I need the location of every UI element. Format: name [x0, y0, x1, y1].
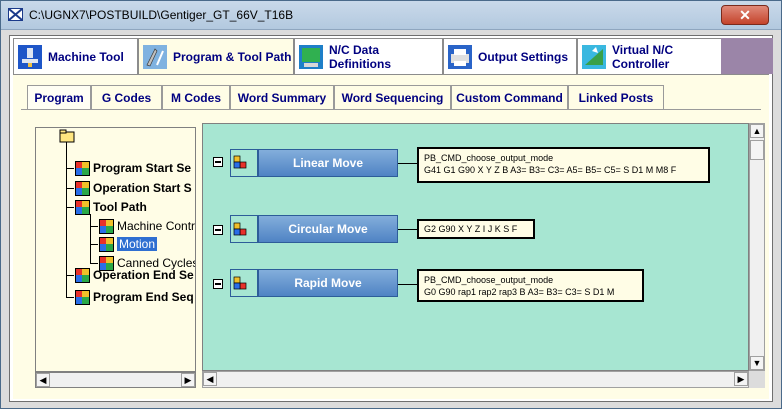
- code-line: PB_CMD_choose_output_mode: [424, 153, 554, 163]
- tree-item-label: Program Start Se: [93, 161, 192, 175]
- scroll-down-icon[interactable]: ▼: [750, 356, 764, 370]
- tree-item-machine-control[interactable]: Machine Contr: [99, 217, 195, 235]
- output-settings-icon: [448, 44, 472, 69]
- tree-item-label: Operation End Se: [93, 268, 194, 282]
- collapse-toggle-icon[interactable]: [213, 279, 223, 289]
- tree-horizontal-scrollbar[interactable]: ◀ ▶: [35, 372, 196, 388]
- event-tree[interactable]: Program Start Se Operation Start S Tool …: [35, 127, 196, 372]
- code-line: G0 G90 rap1 rap2 rap3 B A3= B3= C3= S D1…: [424, 287, 615, 297]
- subtab-m-codes[interactable]: M Codes: [162, 85, 230, 109]
- event-box-frame: [230, 269, 258, 297]
- collapse-toggle-icon[interactable]: [213, 157, 223, 167]
- tab-virtual-nc-controller[interactable]: Virtual N/C Controller: [577, 38, 734, 74]
- rapid-move-button[interactable]: Rapid Move: [258, 269, 398, 297]
- subtab-linked-posts[interactable]: Linked Posts: [568, 85, 664, 109]
- rapid-move-code-block[interactable]: PB_CMD_choose_output_mode G0 G90 rap1 ra…: [417, 269, 644, 302]
- scroll-right-icon[interactable]: ▶: [181, 373, 195, 387]
- canvas-vertical-scrollbar[interactable]: ▲ ▼: [749, 123, 765, 371]
- tab-machine-tool[interactable]: Machine Tool: [13, 38, 138, 74]
- root-folder-icon: [59, 129, 75, 143]
- nc-data-icon: [299, 44, 323, 69]
- tree-item-motion[interactable]: Motion: [99, 235, 158, 253]
- scroll-left-icon[interactable]: ◀: [36, 373, 50, 387]
- tab-label: Virtual N/C Controller: [612, 42, 674, 71]
- code-line: G2 G90 X Y Z I J K S F: [424, 224, 518, 234]
- cube-icon: [75, 160, 90, 176]
- scroll-thumb[interactable]: [750, 140, 764, 160]
- connector-line: [398, 163, 417, 164]
- cube-icon: [75, 180, 90, 196]
- code-line: PB_CMD_choose_output_mode: [424, 275, 554, 285]
- connector-line: [398, 284, 417, 285]
- circular-move-code-block[interactable]: G2 G90 X Y Z I J K S F: [417, 219, 535, 239]
- tree-item-label: Tool Path: [93, 200, 147, 214]
- subtab-g-codes[interactable]: G Codes: [91, 85, 162, 109]
- tree-item-program-end[interactable]: Program End Seq: [75, 288, 194, 306]
- cube-icon: [99, 236, 114, 252]
- tab-strip-filler: [721, 38, 773, 74]
- circular-move-button[interactable]: Circular Move: [258, 215, 398, 243]
- cube-icon: [75, 199, 90, 215]
- scroll-up-icon[interactable]: ▲: [750, 124, 764, 138]
- tab-program-tool-path[interactable]: Program & Tool Path: [138, 38, 294, 74]
- tab-nc-data-definitions[interactable]: N/C Data Definitions: [294, 38, 443, 74]
- scroll-right-icon[interactable]: ▶: [734, 372, 748, 386]
- app-icon: [8, 8, 23, 21]
- tab-label: Machine Tool: [48, 49, 124, 64]
- scrollbar-corner: [749, 371, 765, 388]
- linear-move-code-block[interactable]: PB_CMD_choose_output_mode G41 G1 G90 X Y…: [417, 147, 710, 183]
- scroll-left-icon[interactable]: ◀: [203, 372, 217, 386]
- event-box-frame: [230, 215, 258, 243]
- cube-icon: [75, 289, 90, 305]
- tab-label: N/C Data Definitions: [329, 42, 391, 71]
- close-button[interactable]: ✕: [721, 5, 769, 25]
- tree-item-tool-path[interactable]: Tool Path: [75, 198, 147, 216]
- canvas-horizontal-scrollbar[interactable]: ◀ ▶: [202, 371, 749, 388]
- subtab-word-sequencing[interactable]: Word Sequencing: [334, 85, 451, 109]
- program-tool-path-icon: [143, 44, 167, 69]
- subtab-word-summary[interactable]: Word Summary: [230, 85, 334, 109]
- linear-move-button[interactable]: Linear Move: [258, 149, 398, 177]
- tab-label: Output Settings: [478, 49, 568, 64]
- tree-item-label: Program End Seq: [93, 290, 194, 304]
- tree-item-label: Operation Start S: [93, 181, 192, 195]
- postbuilder-window: C:\UGNX7\POSTBUILD\Gentiger_GT_66V_T16B …: [0, 0, 782, 409]
- machine-tool-icon: [18, 44, 42, 69]
- cube-icon: [75, 267, 90, 283]
- subtab-divider: [21, 109, 761, 110]
- code-line: G41 G1 G90 X Y Z B A3= B3= C3= A5= B5= C…: [424, 165, 677, 175]
- tree-item-label: Machine Contr: [117, 219, 196, 233]
- window-title: C:\UGNX7\POSTBUILD\Gentiger_GT_66V_T16B: [29, 8, 294, 22]
- collapse-toggle-icon[interactable]: [213, 225, 223, 235]
- subtab-program[interactable]: Program: [27, 85, 91, 109]
- tab-output-settings[interactable]: Output Settings: [443, 38, 577, 74]
- tree-item-label: Motion: [117, 237, 158, 251]
- cube-icon: [99, 218, 114, 234]
- tree-item-program-start[interactable]: Program Start Se: [75, 159, 191, 177]
- connector-line: [398, 229, 417, 230]
- tree-item-operation-start[interactable]: Operation Start S: [75, 179, 192, 197]
- tree-item-operation-end[interactable]: Operation End Se: [75, 266, 194, 284]
- virtual-controller-icon: [582, 44, 606, 69]
- title-bar[interactable]: C:\UGNX7\POSTBUILD\Gentiger_GT_66V_T16B …: [1, 1, 781, 30]
- subtab-custom-command[interactable]: Custom Command: [451, 85, 568, 109]
- tab-label: Program & Tool Path: [173, 49, 292, 64]
- event-box-frame: [230, 149, 258, 177]
